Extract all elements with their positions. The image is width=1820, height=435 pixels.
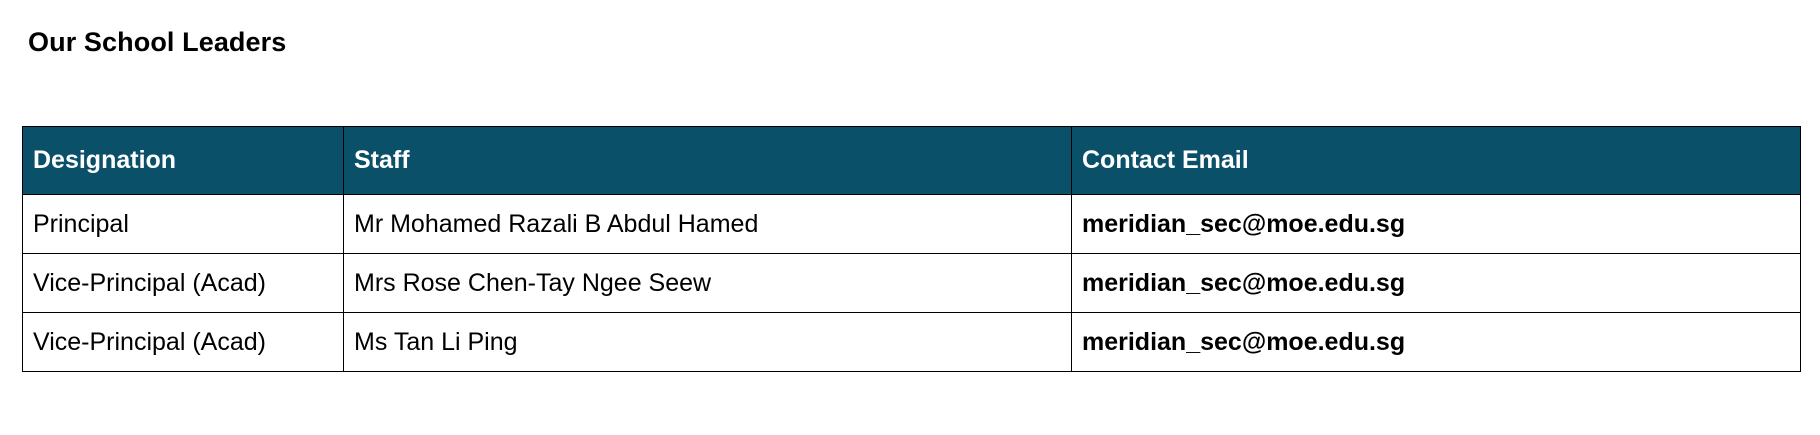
staff-cell: Mr Mohamed Razali B Abdul Hamed [343,194,1072,254]
email-cell: meridian_sec@moe.edu.sg [1071,312,1801,372]
table-row: Vice-Principal (Acad) Ms Tan Li Ping mer… [22,312,1801,372]
designation-cell: Vice-Principal (Acad) [22,253,344,313]
email-cell: meridian_sec@moe.edu.sg [1071,253,1801,313]
designation-cell: Vice-Principal (Acad) [22,312,344,372]
table-body: Principal Mr Mohamed Razali B Abdul Hame… [22,194,1801,372]
header-staff: Staff [343,126,1072,195]
staff-cell: Mrs Rose Chen-Tay Ngee Seew [343,253,1072,313]
table-row: Principal Mr Mohamed Razali B Abdul Hame… [22,194,1801,254]
staff-cell: Ms Tan Li Ping [343,312,1072,372]
table-header: Designation Staff Contact Email [22,126,1801,195]
table-row: Vice-Principal (Acad) Mrs Rose Chen-Tay … [22,253,1801,313]
email-cell: meridian_sec@moe.edu.sg [1071,194,1801,254]
header-designation: Designation [22,126,344,195]
header-contact-email: Contact Email [1071,126,1801,195]
designation-cell: Principal [22,194,344,254]
school-leaders-table: Designation Staff Contact Email Principa… [22,126,1801,372]
table-header-row: Designation Staff Contact Email [22,126,1801,195]
page-title: Our School Leaders [28,27,287,57]
